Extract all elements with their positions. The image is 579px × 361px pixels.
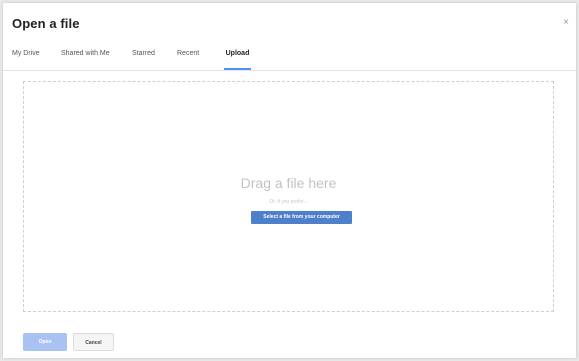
tab-bar: My Drive Shared with Me Starred Recent U…	[3, 43, 576, 71]
open-button[interactable]: Open	[23, 333, 67, 351]
drop-zone-subtext: Or, if you prefer...	[269, 199, 308, 205]
select-file-button[interactable]: Select a file from your computer	[251, 211, 352, 224]
tab-upload[interactable]: Upload	[224, 50, 251, 70]
cancel-button[interactable]: Cancel	[73, 333, 114, 351]
tab-recent[interactable]: Recent	[177, 50, 199, 70]
file-drop-zone[interactable]: Drag a file here Or, if you prefer... Se…	[23, 81, 554, 312]
close-icon[interactable]: ×	[560, 17, 572, 29]
drop-zone-heading: Drag a file here	[240, 175, 337, 191]
tab-shared-with-me[interactable]: Shared with Me	[61, 50, 110, 70]
open-file-dialog: Open a file × My Drive Shared with Me St…	[3, 3, 576, 358]
dialog-title: Open a file	[12, 16, 80, 31]
tab-my-drive[interactable]: My Drive	[12, 50, 40, 70]
tab-starred[interactable]: Starred	[132, 50, 155, 70]
